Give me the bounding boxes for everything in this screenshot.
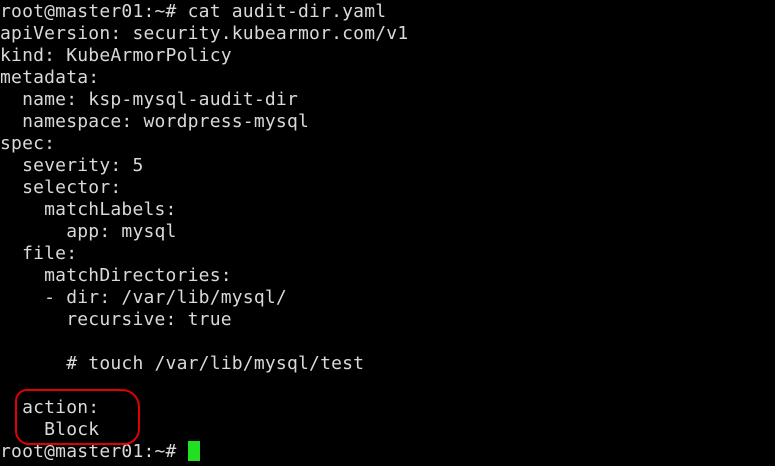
yaml-name: name: ksp-mysql-audit-dir [0, 89, 298, 110]
yaml-dir: - dir: /var/lib/mysql/ [0, 287, 287, 308]
yaml-action-value: Block [0, 419, 100, 440]
command-line: root@master01:~# cat audit-dir.yaml [0, 1, 387, 22]
yaml-file: file: [0, 243, 78, 264]
yaml-match-labels: matchLabels: [0, 199, 177, 220]
yaml-api-version: apiVersion: security.kubearmor.com/v1 [0, 23, 409, 44]
yaml-kind: kind: KubeArmorPolicy [0, 45, 232, 66]
yaml-comment: # touch /var/lib/mysql/test [0, 353, 365, 374]
yaml-spec: spec: [0, 133, 56, 154]
shell-prompt: root@master01:~# [0, 441, 188, 462]
yaml-metadata: metadata: [0, 67, 100, 88]
prompt-line[interactable]: root@master01:~# [0, 441, 200, 463]
terminal-cursor [187, 441, 200, 461]
yaml-severity: severity: 5 [0, 155, 144, 176]
yaml-match-directories: matchDirectories: [0, 265, 232, 286]
terminal-window[interactable]: root@master01:~# cat audit-dir.yaml apiV… [0, 0, 775, 466]
yaml-namespace: namespace: wordpress-mysql [0, 111, 310, 132]
yaml-recursive: recursive: true [0, 309, 232, 330]
yaml-action-key: action: [0, 397, 100, 418]
yaml-selector: selector: [0, 177, 122, 198]
yaml-app-label: app: mysql [0, 221, 177, 242]
